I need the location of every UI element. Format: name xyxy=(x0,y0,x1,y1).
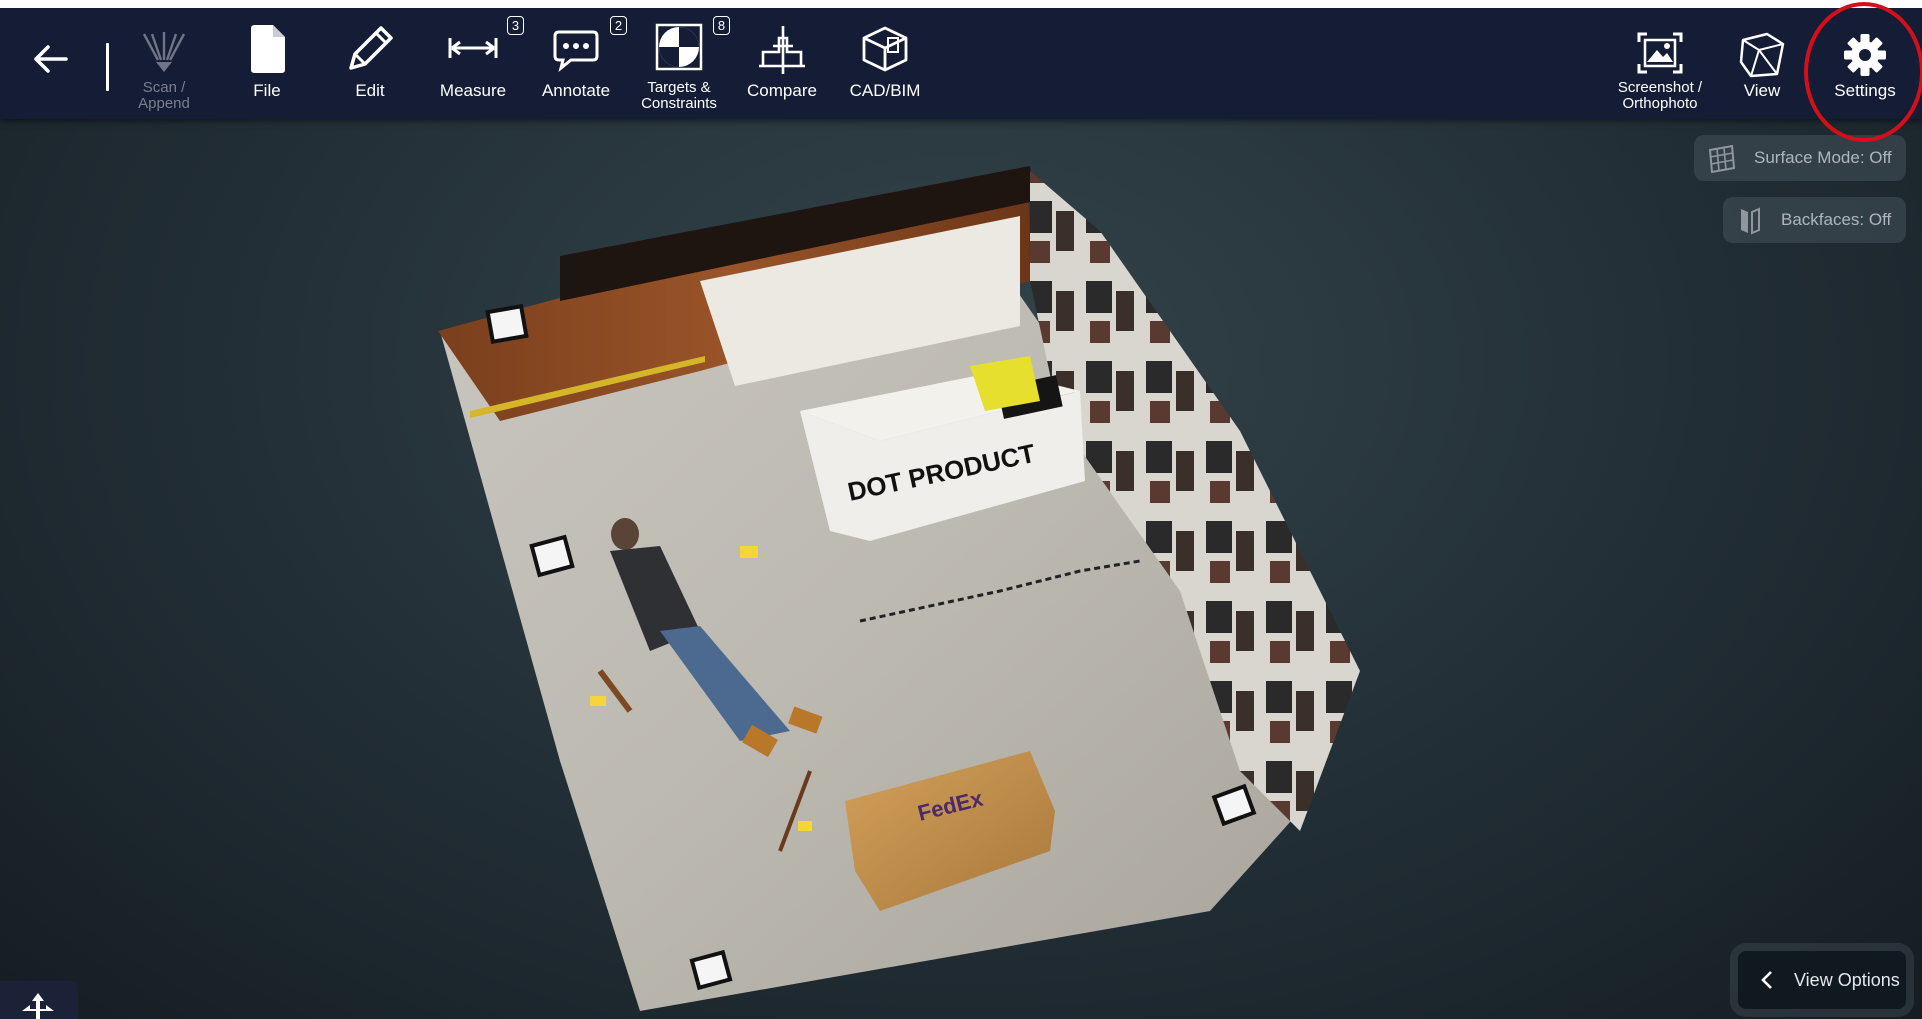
measure-button[interactable]: 3 Measure xyxy=(433,8,524,119)
measure-count-badge: 3 xyxy=(507,16,524,35)
screenshot-icon xyxy=(1637,32,1683,74)
arrow-left-icon xyxy=(34,45,68,73)
evidence-marker xyxy=(798,821,812,831)
annotate-label: Annotate xyxy=(541,81,611,100)
file-button[interactable]: File xyxy=(227,8,307,119)
compare-label: Compare xyxy=(747,81,817,100)
evidence-marker xyxy=(590,696,606,706)
ruler-icon xyxy=(448,38,498,58)
view-options-button[interactable]: View Options xyxy=(1738,951,1906,1009)
settings-highlight-circle xyxy=(1804,2,1922,142)
pencil-icon xyxy=(349,26,393,70)
scanner-icon xyxy=(142,32,186,72)
surface-mode-icon xyxy=(1708,144,1736,174)
targets-constraints-button[interactable]: 8 Targets & Constraints xyxy=(639,8,730,119)
toolbar-separator xyxy=(106,43,109,91)
move-arrows-icon xyxy=(22,993,54,1019)
targets-label-line1: Targets & xyxy=(647,79,711,96)
screenshot-label-line1: Screenshot / xyxy=(1617,79,1703,96)
floor-target xyxy=(485,303,529,345)
point-cloud-scene[interactable]: DOT PRODUCT FedEx xyxy=(0,111,1922,1019)
scan-label-line1: Scan / xyxy=(142,79,186,96)
targets-count-badge: 8 xyxy=(713,16,730,35)
top-toolbar: Scan / Append File Edit 3 Measure 2 Anno… xyxy=(0,8,1922,119)
chevron-left-icon xyxy=(1761,971,1772,989)
evidence-marker xyxy=(740,546,758,558)
backfaces-label: Backfaces: Off xyxy=(1781,210,1892,229)
cube-model-icon xyxy=(862,26,908,72)
target-icon xyxy=(655,23,703,71)
cad-bim-label: CAD/BIM xyxy=(849,81,921,100)
floor-target xyxy=(689,949,733,991)
view-button[interactable]: View xyxy=(1722,8,1802,119)
scan-append-button[interactable]: Scan / Append xyxy=(124,8,204,119)
screenshot-label-line2: Orthophoto xyxy=(1622,95,1698,112)
edit-button[interactable]: Edit xyxy=(330,8,410,119)
scan-label-line2: Append xyxy=(138,95,190,112)
view-cube-icon xyxy=(1739,32,1785,78)
view-label: View xyxy=(1743,81,1781,100)
compare-button[interactable]: Compare xyxy=(742,8,822,119)
compare-icon xyxy=(759,26,805,74)
annotate-button[interactable]: 2 Annotate xyxy=(536,8,627,119)
targets-label-line2: Constraints xyxy=(641,95,717,112)
surface-mode-label: Surface Mode: Off xyxy=(1754,148,1892,167)
move-tool-button[interactable] xyxy=(0,981,78,1019)
view-options-label: View Options xyxy=(1794,969,1900,990)
speech-bubble-icon xyxy=(553,30,599,72)
cad-bim-button[interactable]: CAD/BIM xyxy=(845,8,925,119)
file-label: File xyxy=(253,81,281,100)
edit-label: Edit xyxy=(355,81,385,100)
screenshot-orthophoto-button[interactable]: Screenshot / Orthophoto xyxy=(1612,8,1708,119)
back-button[interactable] xyxy=(20,8,80,119)
surface-mode-toggle[interactable]: Surface Mode: Off xyxy=(1694,135,1906,181)
point-cloud-viewport[interactable]: DOT PRODUCT FedEx Surface Mode: Off Back… xyxy=(0,8,1922,1019)
floor-target xyxy=(529,534,575,578)
measure-label: Measure xyxy=(439,81,507,100)
backfaces-toggle[interactable]: Backfaces: Off xyxy=(1723,197,1906,243)
backfaces-icon xyxy=(1741,207,1760,235)
annotate-count-badge: 2 xyxy=(610,16,627,35)
person-head xyxy=(611,518,639,550)
file-icon xyxy=(251,25,285,73)
